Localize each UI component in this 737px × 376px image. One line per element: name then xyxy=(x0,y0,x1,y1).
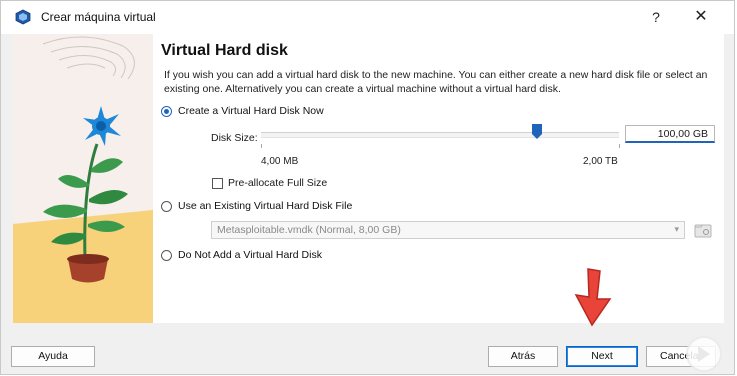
preallocate-checkbox-row[interactable]: Pre-allocate Full Size xyxy=(212,177,327,189)
plant-illustration xyxy=(13,34,153,323)
page-heading: Virtual Hard disk xyxy=(161,42,288,59)
slider-thumb[interactable] xyxy=(531,124,542,139)
radio-use-existing-disk[interactable]: Use an Existing Virtual Hard Disk File xyxy=(161,200,352,212)
radio-create-disk-label: Create a Virtual Hard Disk Now xyxy=(178,105,324,117)
disk-size-slider[interactable] xyxy=(261,132,619,138)
existing-disk-select[interactable]: Metasploitable.vmdk (Normal, 8,00 GB) ▾ xyxy=(211,221,685,239)
radio-no-disk[interactable]: Do Not Add a Virtual Hard Disk xyxy=(161,249,322,261)
radio-create-disk-now[interactable]: Create a Virtual Hard Disk Now xyxy=(161,105,324,117)
next-button[interactable]: Next xyxy=(566,346,638,367)
virtualbox-icon xyxy=(15,9,31,25)
title-bar: Crear máquina virtual ? ✕ xyxy=(1,1,734,34)
close-button[interactable]: ✕ xyxy=(678,1,724,33)
preallocate-checkbox[interactable] xyxy=(212,177,223,189)
disk-size-input[interactable]: 100,00 GB xyxy=(625,125,715,143)
radio-button-checked[interactable] xyxy=(161,105,172,117)
dialog-window: Crear máquina virtual ? ✕ Virtual Hard d… xyxy=(0,0,735,375)
window-title: Crear máquina virtual xyxy=(41,10,156,24)
disk-size-min-label: 4,00 MB xyxy=(261,156,299,167)
disk-size-max-label: 2,00 TB xyxy=(583,156,618,167)
slider-tick xyxy=(261,144,262,148)
radio-no-disk-label: Do Not Add a Virtual Hard Disk xyxy=(178,249,322,261)
existing-disk-selected-value: Metasploitable.vmdk (Normal, 8,00 GB) xyxy=(217,224,401,236)
disk-size-label: Disk Size: xyxy=(211,132,258,144)
help-footer-button[interactable]: Ayuda xyxy=(11,346,95,367)
red-arrow-icon xyxy=(574,268,612,327)
folder-browse-icon[interactable] xyxy=(693,220,713,240)
radio-button-unchecked[interactable] xyxy=(161,200,172,212)
wizard-page: Virtual Hard disk If you wish you can ad… xyxy=(13,34,724,323)
preallocate-label: Pre-allocate Full Size xyxy=(228,177,328,189)
chevron-down-icon: ▾ xyxy=(674,224,679,234)
slider-tick xyxy=(619,144,620,148)
watermark-logo-icon xyxy=(686,336,722,372)
page-description: If you wish you can add a virtual hard d… xyxy=(164,69,708,95)
back-button[interactable]: Atrás xyxy=(488,346,558,367)
radio-button-unchecked[interactable] xyxy=(161,249,172,261)
help-button[interactable]: ? xyxy=(633,1,679,33)
radio-use-existing-label: Use an Existing Virtual Hard Disk File xyxy=(178,200,353,212)
